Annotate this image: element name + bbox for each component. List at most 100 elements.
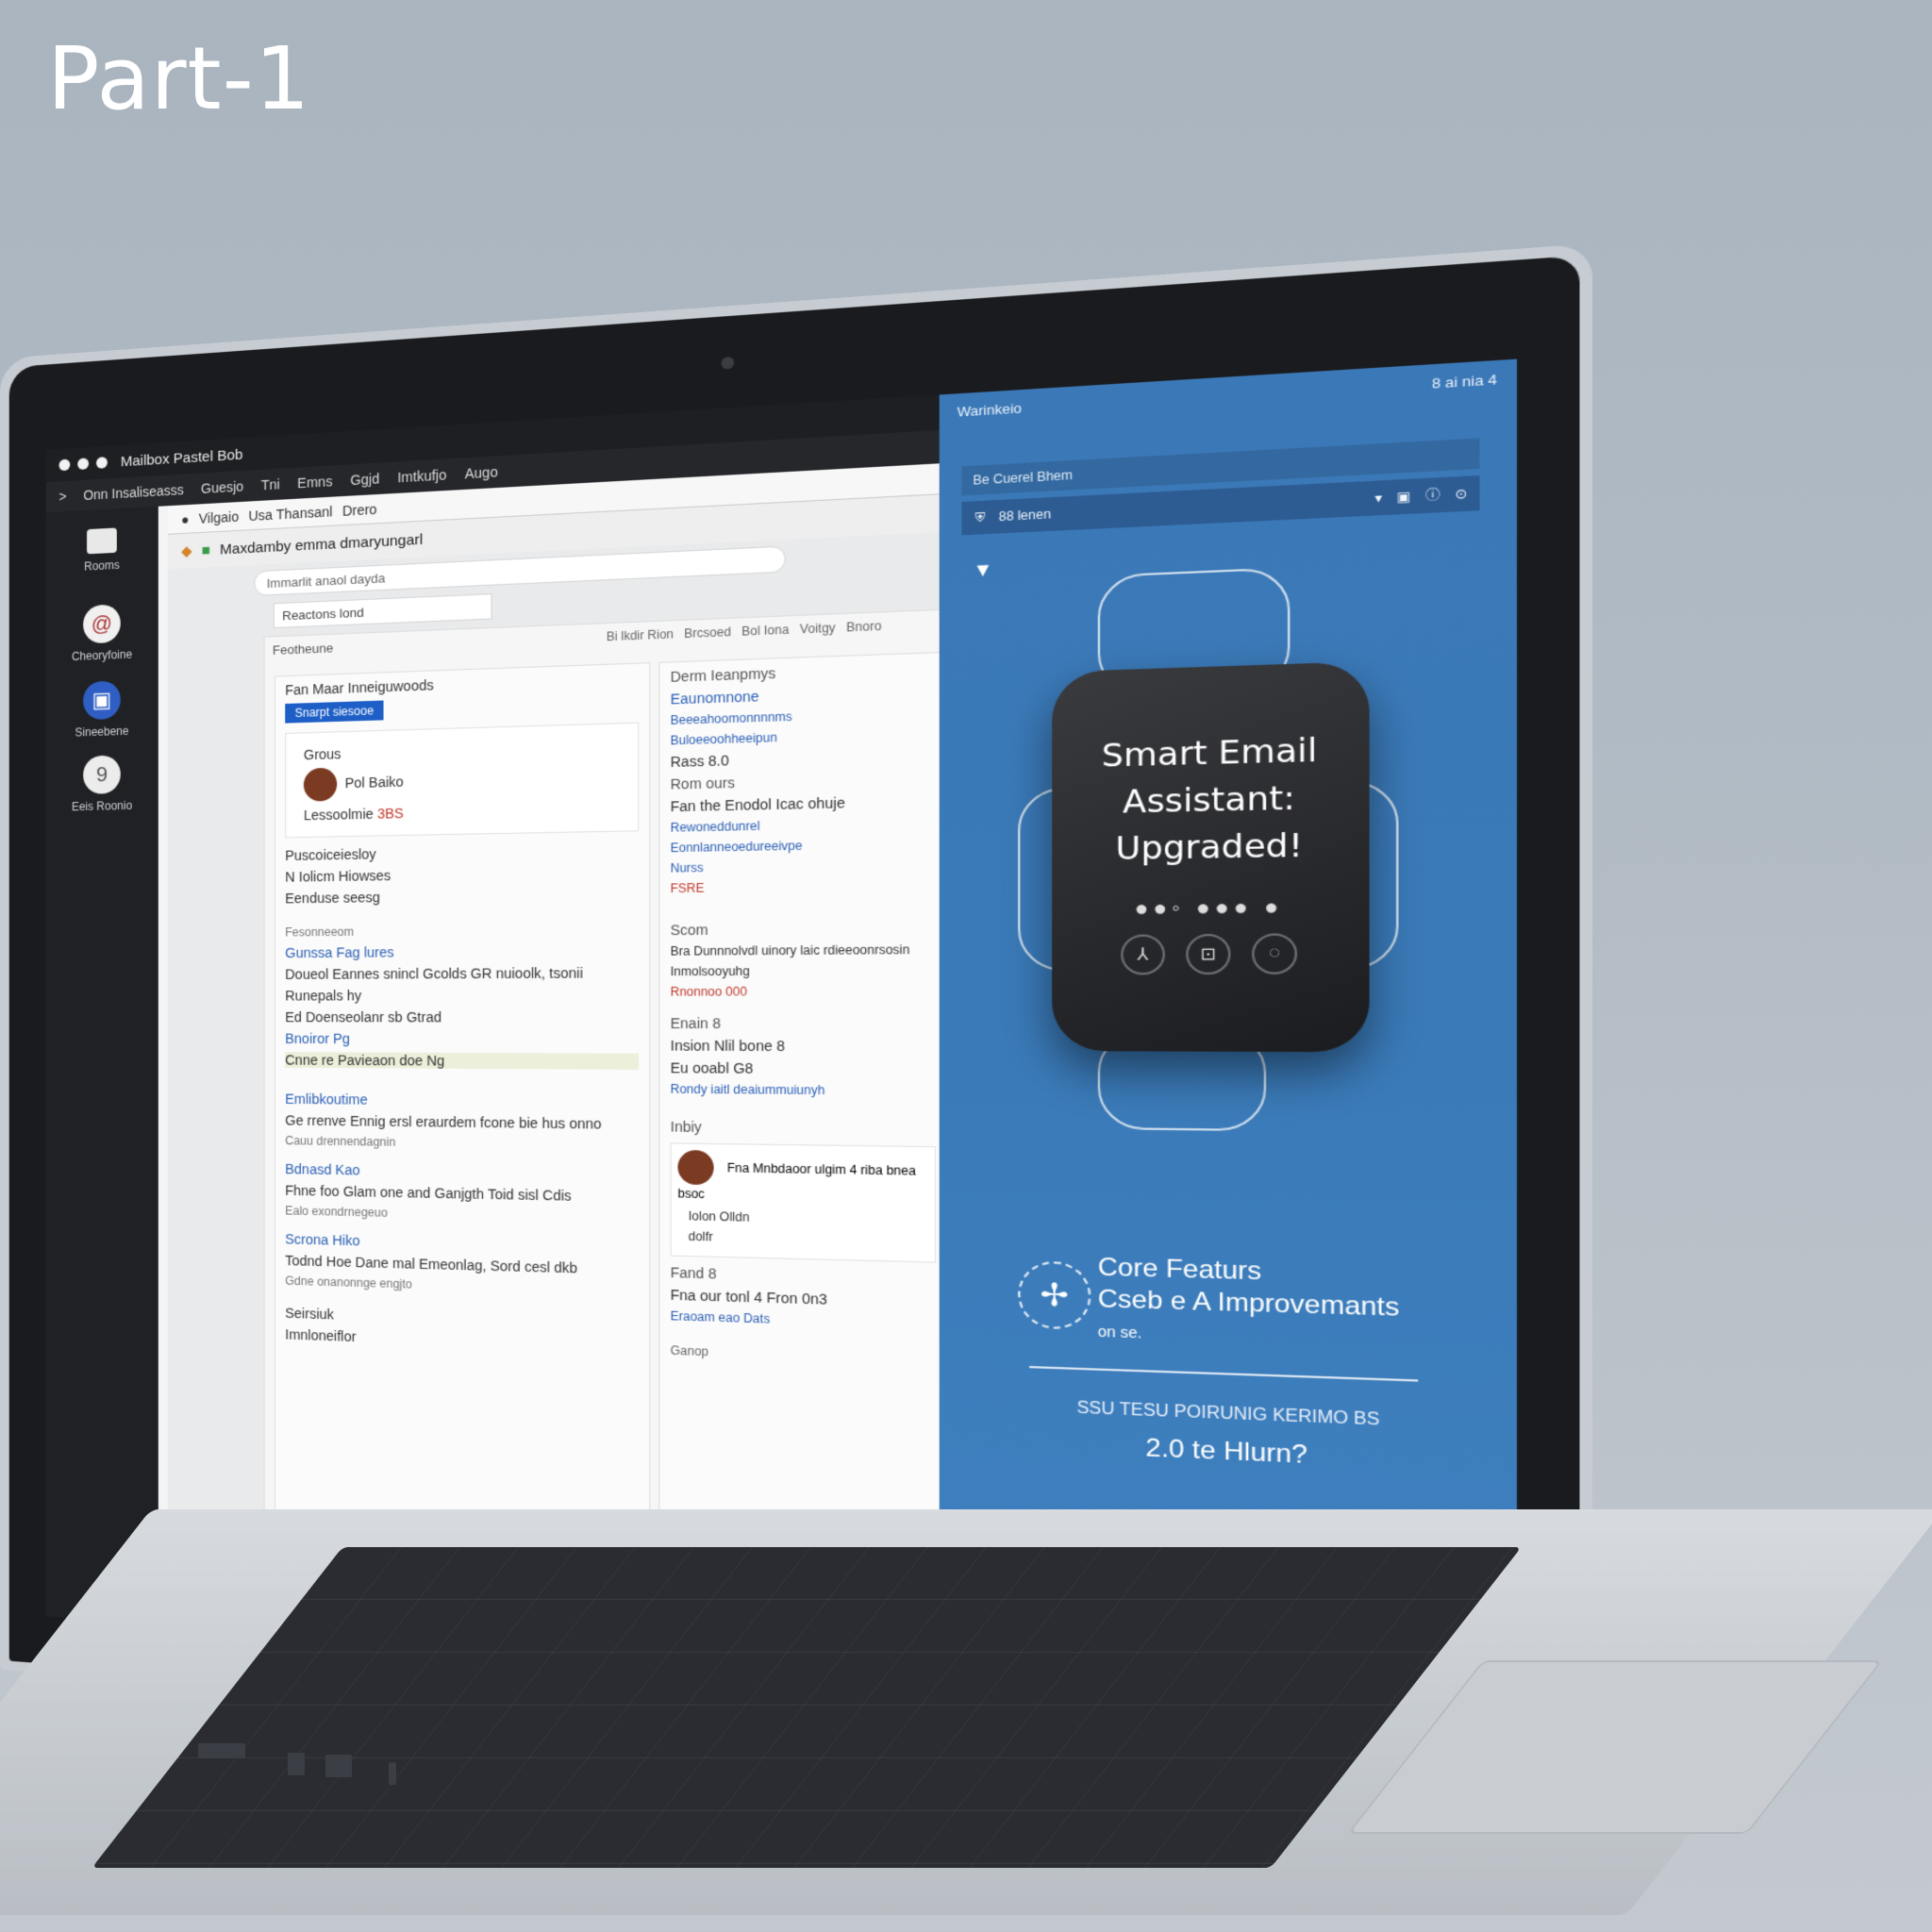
rail-item-label: Eeis Roonio — [72, 799, 132, 814]
detail-line: Fan the Enodol Icac ohuje — [671, 792, 937, 814]
column-label[interactable]: Brcsoed — [684, 625, 731, 641]
tab-radio-icon[interactable]: ● — [181, 511, 190, 527]
more-threads: Emlibkoutime Ge rrenve Ennig ersl eraurd… — [275, 1091, 649, 1298]
chat-icon[interactable]: ▣ — [1397, 479, 1411, 515]
thread-title[interactable]: Bdnasd Kao — [285, 1161, 639, 1183]
rail-item-label: Cheoryfoine — [72, 647, 132, 663]
search-input[interactable]: Reactons lond — [274, 593, 492, 628]
app-menu-item[interactable]: Augo — [465, 464, 498, 482]
clock-icon: 9 — [83, 755, 121, 793]
rail-item-chat[interactable]: @ Cheoryfoine — [59, 603, 145, 663]
column-label[interactable]: Bol Iona — [741, 623, 789, 639]
thread-title[interactable]: Scrona Hiko — [285, 1231, 639, 1256]
folder-green-icon[interactable]: ■ — [202, 541, 210, 558]
device-title: Smart Email Assistant: Upgraded! — [1052, 726, 1369, 874]
info-icon[interactable]: ⓘ — [1425, 477, 1441, 513]
detail-line[interactable]: Rondy iaitl deaiummuiunyh — [671, 1082, 937, 1098]
column-label[interactable]: Bnoro — [846, 619, 881, 635]
detail-card[interactable]: Fna Mnbdaoor ulgim 4 riba bnea bsoc Iolo… — [671, 1142, 937, 1262]
thread-sub: Cauu drennendagnin — [285, 1134, 639, 1153]
detail-subheader: Fand 8 — [671, 1264, 937, 1288]
card-line: Lessoolmie — [304, 806, 374, 823]
lock-icon[interactable]: ⊡ — [1186, 934, 1230, 974]
detail-line: dolfr — [689, 1229, 917, 1249]
app-menu-item[interactable]: Ggjd — [350, 471, 379, 488]
panel-topbar: Warinkeio 8 ai nia 4 — [940, 359, 1517, 430]
app-menu-item[interactable]: Imtkufjo — [397, 467, 446, 486]
folder-icon — [87, 527, 117, 554]
message-card[interactable]: Grous Pol Baiko Lessoolmie 3BS — [285, 723, 639, 839]
avatar — [304, 768, 337, 802]
panel-question: SSU TESU POIRUNIG KERIMO BS — [1052, 1398, 1406, 1431]
window-controls[interactable] — [59, 457, 108, 471]
app-menu-item[interactable]: Emns — [297, 474, 332, 491]
list-item[interactable]: N Iolicm Hiowses — [285, 864, 639, 885]
selected-pill[interactable]: Snarpt siesooe — [285, 701, 383, 724]
detail-line: Rnonnoo 000 — [671, 984, 937, 999]
thread-item[interactable]: Ed Doenseolanr sb Gtrad — [285, 1009, 639, 1025]
column-label[interactable]: Voitgy — [800, 621, 836, 637]
thread-item-selected[interactable]: Cnne re Pavieaon doe Ng — [285, 1052, 639, 1070]
rail-item-rooms[interactable]: Rooms — [59, 526, 145, 575]
detail-line: Iolon Olldn — [689, 1209, 917, 1228]
rail-item-clock[interactable]: 9 Eeis Roonio — [59, 755, 145, 814]
thread-title[interactable]: Emlibkoutime — [285, 1091, 639, 1109]
device-buttons: ⅄ ⊡ ◌ — [1052, 933, 1369, 975]
thread-item[interactable]: Bnoiror Pg — [285, 1031, 639, 1048]
device-title-line: Upgraded! — [1052, 822, 1369, 874]
features-text: Core Featurs Cseb e A Improvemants on se… — [1098, 1252, 1400, 1357]
bell-icon[interactable]: ◌ — [1252, 933, 1297, 974]
list-item[interactable]: Eenduse seesg — [285, 886, 639, 906]
mail-content: Feotheune Bi lkdir Rion Brcsoed Bol Iona… — [264, 608, 953, 1663]
list-header: Feotheune — [273, 641, 333, 658]
zoom-dot-icon[interactable] — [96, 457, 108, 469]
message-detail: Derm Ieanpmys Eaunomnone Beeeahoomonnnnm… — [658, 652, 948, 1654]
detail-line: Buloeeoohheeipun — [671, 725, 937, 747]
thread-item[interactable]: Doueol Eannes snincl Gcolds GR nuioolk, … — [285, 965, 639, 982]
mail-window: ● Vilgaio Usa Thansanl Drero ◆ ■ Maxdamb… — [168, 462, 962, 1676]
list-item[interactable]: Puscoiceiesloy — [285, 841, 639, 863]
pin-icon[interactable]: ◆ — [181, 542, 192, 560]
page-caption: Part-1 — [47, 28, 310, 129]
filter-icon[interactable]: ▾ — [1374, 480, 1382, 515]
detail-line: FSRE — [671, 877, 937, 895]
thread-item[interactable]: Runepals hy — [285, 987, 639, 1004]
tab-item[interactable]: Drero — [342, 501, 377, 519]
minimize-dot-icon[interactable] — [77, 458, 89, 470]
rail-item-label: Sineebene — [75, 724, 129, 740]
app-menu-item[interactable]: Tni — [261, 476, 280, 493]
port-icon — [389, 1762, 396, 1785]
assistant-device: Smart Email Assistant: Upgraded! ●●◦ ●●●… — [1052, 661, 1369, 1052]
chat-icon: @ — [83, 604, 121, 643]
detail-footer: Ganop — [671, 1343, 937, 1367]
detail-line: Rewoneddunrel — [671, 815, 937, 835]
chevron-right-icon[interactable]: > — [59, 489, 67, 505]
device-title-line: Smart Email — [1052, 726, 1369, 781]
footer-item[interactable]: Imnloneiflor — [285, 1326, 639, 1355]
app-menu-item[interactable]: Guesjo — [201, 478, 243, 496]
detail-line[interactable]: Eaunomnone — [671, 682, 937, 708]
mail-title: Maxdamby emma dmaryungarl — [220, 531, 423, 558]
app-menu-item[interactable]: Onn Insaliseasss — [83, 482, 184, 503]
rail-item-inbox[interactable]: ▣ Sineebene — [59, 679, 145, 740]
status-badge: 3BS — [377, 806, 404, 822]
panel-search-value[interactable]: 88 lenen — [999, 497, 1051, 533]
thread-body: Ge rrenve Ennig ersl eraurdem fcone bie … — [285, 1112, 639, 1132]
close-dot-icon[interactable] — [59, 458, 71, 471]
detail-line: Eu ooabl G8 — [671, 1059, 937, 1077]
tab-item[interactable]: Vilgaio — [199, 508, 240, 526]
detail-line: Bra Dunnnolvdl uinory laic rdieeoonrsosi… — [671, 942, 937, 958]
detail-subheader: Inbiy — [671, 1119, 937, 1139]
run-icon[interactable]: ⅄ — [1121, 934, 1165, 974]
detail-line: Fna our tonl 4 Fron 0n3 — [671, 1287, 937, 1311]
shield-icon: ⛨ — [975, 501, 986, 535]
divider — [1029, 1366, 1418, 1382]
detail-price: Rass 8.0 — [671, 747, 937, 771]
settings-icon[interactable]: ⊙ — [1455, 476, 1467, 512]
detail-line: Inmolsooyuhg — [671, 963, 937, 978]
filter-funnel-icon[interactable]: ▼ — [973, 558, 992, 581]
thread-item[interactable]: Gunssa Fag lures — [285, 942, 639, 960]
column-label[interactable]: Bi lkdir Rion — [607, 627, 674, 644]
tab-item[interactable]: Usa Thansanl — [248, 503, 332, 523]
detail-line[interactable]: Eraoam eao Dats — [671, 1308, 937, 1331]
